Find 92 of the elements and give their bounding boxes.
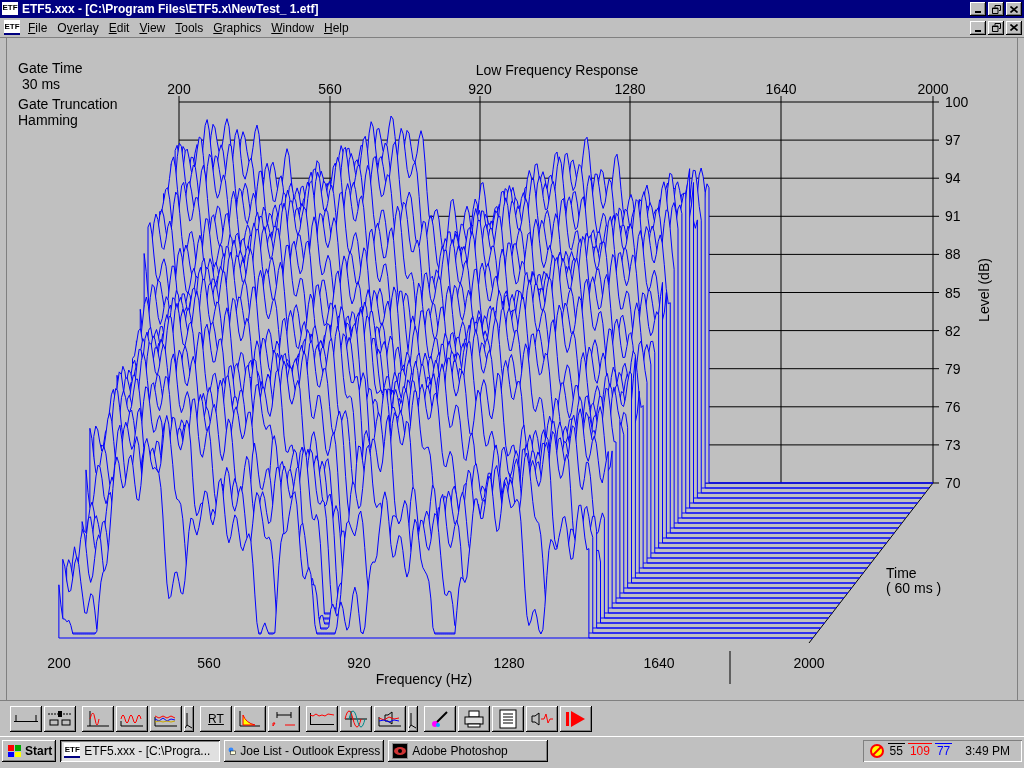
toolbar-button[interactable]	[424, 705, 456, 732]
toolbar-button[interactable]	[234, 705, 266, 732]
info-label: Gate Truncation	[18, 96, 118, 112]
axis-tick-label: 560	[318, 81, 342, 97]
menu-item[interactable]: Overlay	[52, 18, 104, 37]
axis-label: Time	[886, 565, 917, 581]
toolbar-button[interactable]	[458, 705, 490, 732]
axis-tick-label: 2000	[917, 81, 949, 97]
axis-tick-label: 1280	[493, 655, 525, 671]
toolbar-button[interactable]	[268, 705, 300, 732]
toolbar-button[interactable]	[340, 705, 372, 732]
axis-tick-label: 100	[945, 94, 969, 110]
minimize-button[interactable]	[970, 20, 986, 35]
axis-icon	[14, 715, 38, 722]
toolbar-button[interactable]	[116, 705, 148, 732]
sine-icon	[343, 708, 369, 729]
axis-tick-label: 73	[945, 436, 961, 453]
tick-mark	[729, 650, 731, 685]
toolbar-button[interactable]	[184, 705, 194, 732]
line-chart-icon	[310, 712, 334, 725]
axis-tick-label: 1640	[643, 655, 675, 671]
clock: 3:49 PM	[965, 742, 1010, 760]
menu-item[interactable]: View	[134, 18, 171, 37]
taskbar-button[interactable]: Adobe Photoshop	[388, 739, 549, 762]
impulse-icon	[85, 708, 111, 729]
toolbar-button[interactable]	[10, 705, 42, 732]
printer-icon	[461, 708, 487, 729]
toolbar-button[interactable]	[150, 705, 182, 732]
decay-icon	[237, 708, 263, 729]
minimize-button[interactable]	[970, 2, 986, 16]
axis-tick-label: 1640	[765, 81, 797, 97]
axis-tick-label: 560	[197, 655, 221, 671]
windows-logo-icon	[6, 743, 22, 758]
start-button[interactable]: Start	[2, 739, 57, 762]
menu-item[interactable]: Tools	[170, 18, 209, 37]
tray-reading: 109	[907, 743, 932, 758]
axis-value: ( 60 ms )	[886, 580, 942, 596]
axis-tick-label: 70	[945, 475, 961, 491]
axis-tick-label: 91	[945, 208, 961, 225]
toolbar-button[interactable]	[306, 705, 338, 732]
axis-tick-label: 200	[167, 81, 191, 97]
menu-item[interactable]: File	[23, 18, 53, 37]
restore-button[interactable]	[988, 2, 1004, 16]
close-button[interactable]	[1006, 2, 1022, 16]
restore-icon	[991, 4, 1001, 14]
toolbar-button[interactable]	[408, 705, 418, 732]
window-title: ETF5.xxx - [C:\Program Files\ETF5.x\NewTest_ 1.etf]	[22, 1, 319, 18]
info-label: Gate Time	[18, 60, 83, 76]
app-icon: ETF	[2, 1, 18, 17]
toolbar-button[interactable]	[374, 705, 406, 732]
speaker-chart-icon	[377, 708, 403, 729]
axis-title: Level (dB)	[976, 258, 992, 322]
menu-item[interactable]: Help	[318, 18, 354, 37]
tray-reading: 55	[887, 743, 905, 758]
menu-item[interactable]: Edit	[103, 18, 135, 37]
toolbar-button[interactable]: RT	[200, 705, 232, 732]
taskbar-button[interactable]: Joe List - Outlook Express	[224, 739, 385, 762]
axis-title: Frequency (Hz)	[375, 671, 473, 687]
axis-tick-label: 79	[945, 360, 961, 377]
toolbar-button[interactable]	[82, 705, 114, 732]
axis-tick-label: 88	[945, 246, 961, 263]
axis-tick-label: 76	[945, 398, 961, 415]
document-icon: ETF	[4, 20, 20, 35]
taskbar-button[interactable]: ETF ETF5.xxx - [C:\Progra...	[60, 739, 221, 762]
close-icon	[1010, 24, 1018, 31]
menu-item[interactable]: Graphics	[208, 18, 267, 37]
axis-tick-label: 200	[47, 655, 71, 671]
axis-tick-label: 97	[945, 132, 961, 149]
toolbar-button[interactable]	[44, 705, 76, 732]
toolbar-button[interactable]	[492, 705, 524, 732]
chart-title: Low Frequency Response	[475, 62, 639, 78]
slider-icon	[47, 708, 73, 729]
toolbar-button[interactable]	[560, 705, 592, 732]
no-sign-icon	[868, 742, 885, 759]
tray-reading: 77	[934, 743, 953, 758]
toolbar-button[interactable]	[526, 705, 558, 732]
app-icon: ETF	[64, 743, 81, 758]
close-button[interactable]	[1006, 20, 1022, 35]
axis-tick-label: 920	[468, 81, 492, 97]
axis-tick-label: 82	[945, 322, 961, 339]
restore-icon	[991, 23, 1001, 32]
menu-item[interactable]: Window	[266, 18, 319, 37]
axis-tick-label: 85	[945, 284, 961, 301]
axis-tick-label: 920	[347, 655, 371, 671]
restore-button[interactable]	[988, 20, 1004, 35]
axis-tick-label: 2000	[793, 655, 825, 671]
info-value: Hamming	[18, 112, 78, 128]
info-value: 30 ms	[22, 76, 61, 92]
eye-icon	[392, 742, 409, 759]
axis-tick-label: 1280	[614, 81, 646, 97]
axis-tick-label: 94	[945, 170, 961, 187]
close-icon	[1010, 5, 1018, 13]
